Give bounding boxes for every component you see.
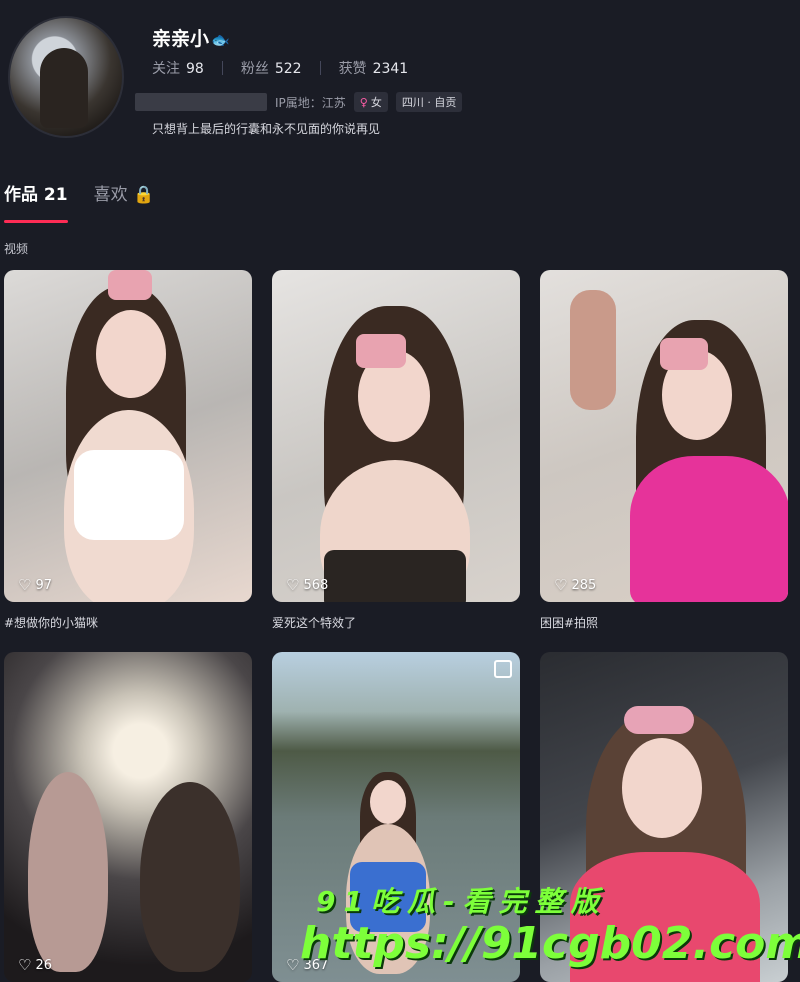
- heart-icon: ♡: [286, 576, 300, 594]
- stat-following[interactable]: 关注 98: [152, 58, 204, 78]
- tab-works[interactable]: 作品 21: [4, 180, 68, 223]
- username: 亲亲小 🐟: [152, 28, 230, 50]
- profile-stats: 关注 98 粉丝 522 获赞 2341: [152, 58, 408, 78]
- fish-icon: 🐟: [211, 31, 230, 49]
- id-line: IP属地：江苏 ♀ 女 四川 · 自贡: [135, 92, 463, 112]
- watermark-title: 91吃瓜-看完整版: [316, 885, 607, 918]
- avatar[interactable]: [8, 16, 124, 138]
- stat-likes: 获赞 2341: [338, 61, 409, 77]
- multi-image-icon: [494, 660, 512, 678]
- video-card[interactable]: ♡ 26: [4, 652, 252, 982]
- video-likes: ♡ 26: [18, 956, 52, 974]
- video-card[interactable]: ♡ 97: [4, 270, 252, 602]
- video-caption: #想做你的小猫咪: [4, 616, 99, 630]
- location-chip: 四川 · 自贡: [395, 92, 463, 112]
- heart-icon: ♡: [286, 956, 300, 974]
- heart-icon: ♡: [18, 576, 32, 594]
- video-card[interactable]: ♡ 568: [272, 270, 520, 602]
- video-likes: ♡ 285: [554, 576, 597, 594]
- stat-followers[interactable]: 粉丝 522: [241, 58, 302, 78]
- lock-icon: 🔒: [132, 185, 155, 205]
- ip-location: IP属地：江苏: [275, 95, 346, 110]
- video-caption: 爱死这个特效了: [272, 616, 357, 630]
- heart-icon: ♡: [18, 956, 32, 974]
- heart-icon: ♡: [554, 576, 568, 594]
- section-label: 视频: [4, 242, 29, 256]
- video-card[interactable]: ♡ 285: [540, 270, 788, 602]
- female-icon: ♀: [359, 96, 368, 109]
- bio: 只想背上最后的行囊和永不见面的你说再见: [152, 122, 381, 136]
- redacted-id: [135, 93, 267, 111]
- tab-likes[interactable]: 喜欢 🔒: [94, 180, 155, 217]
- profile-tabs: 作品 21 喜欢 🔒: [4, 180, 155, 223]
- video-caption: 困困#拍照: [540, 616, 599, 630]
- video-likes: ♡ 568: [286, 576, 329, 594]
- video-likes: ♡ 97: [18, 576, 52, 594]
- gender-chip: ♀ 女: [353, 92, 388, 112]
- watermark-url: https://91cgb02.com: [300, 918, 800, 969]
